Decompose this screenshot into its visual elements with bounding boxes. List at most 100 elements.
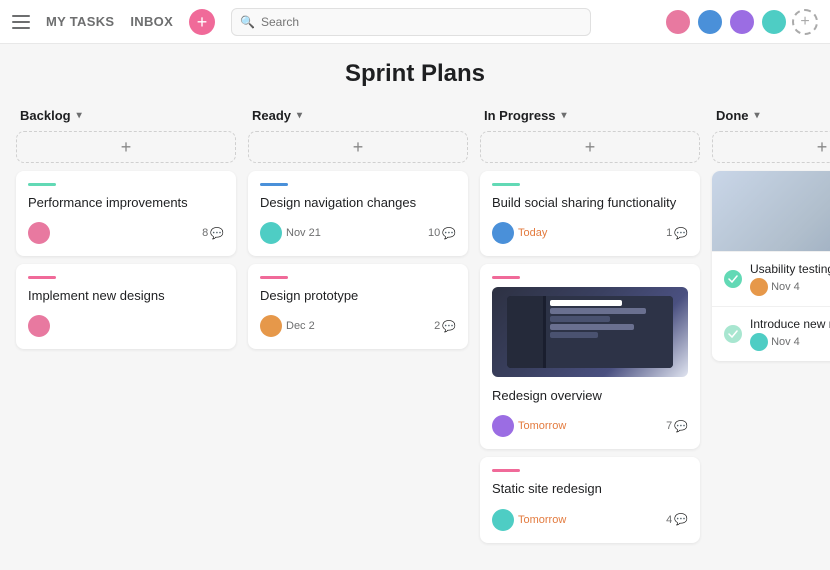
- status-circle-usability: [724, 270, 742, 288]
- comment-icon-social: 💬: [674, 227, 688, 240]
- card-footer-redesign: Tomorrow 7 💬: [492, 415, 688, 437]
- card-accent-perf: [28, 183, 56, 186]
- chevron-down-icon-inprogress: ▾: [562, 110, 567, 121]
- add-card-backlog-button[interactable]: +: [16, 131, 236, 163]
- column-done: Done ▾ + Usability testing Nov 4: [712, 100, 830, 551]
- column-title-ready: Ready: [252, 108, 291, 123]
- comment-icon-redesign: 💬: [674, 420, 688, 433]
- avatar-1: [664, 8, 692, 36]
- card-avatar-designproto: Dec 2: [260, 315, 315, 337]
- card-date-static: Tomorrow: [518, 514, 566, 526]
- column-header-backlog[interactable]: Backlog ▾: [16, 100, 236, 131]
- card-redesign: Redesign overview Tomorrow 7 💬: [480, 264, 700, 449]
- avatar-4: [760, 8, 788, 36]
- comment-count-perf: 8 💬: [202, 227, 224, 240]
- card-date-redesign: Tomorrow: [518, 420, 566, 432]
- card-footer-social: Today 1 💬: [492, 222, 688, 244]
- add-card-done-button[interactable]: +: [712, 131, 830, 163]
- done-card-title-usability: Usability testing: [750, 262, 830, 276]
- card-social: Build social sharing functionality Today…: [480, 171, 700, 256]
- card-designnav: Design navigation changes Nov 21 10 💬: [248, 171, 468, 256]
- add-button[interactable]: +: [189, 9, 215, 35]
- add-card-inprogress-button[interactable]: +: [480, 131, 700, 163]
- done-card-info-usability: Usability testing Nov 4: [750, 262, 830, 296]
- avatar-redesign: [492, 415, 514, 437]
- check-icon-usability: [728, 275, 738, 283]
- done-card-title-intronav: Introduce new navigation: [750, 317, 830, 331]
- search-bar[interactable]: 🔍: [231, 8, 591, 36]
- hamburger-menu-icon[interactable]: [12, 15, 30, 29]
- column-title-backlog: Backlog: [20, 108, 71, 123]
- status-circle-intronav: [724, 325, 742, 343]
- column-header-ready[interactable]: Ready ▾: [248, 100, 468, 131]
- card-avatar-static: Tomorrow: [492, 509, 566, 531]
- column-header-done[interactable]: Done ▾: [712, 100, 830, 131]
- card-date-social: Today: [518, 227, 547, 239]
- card-avatar-perf: [28, 222, 50, 244]
- card-accent-static: [492, 469, 520, 472]
- card-image-inner: [507, 296, 674, 368]
- card-title-designproto: Design prototype: [260, 287, 456, 305]
- card-avatar-designnav: Nov 21: [260, 222, 321, 244]
- comment-count-designproto: 2 💬: [434, 320, 456, 333]
- avatar-perf: [28, 222, 50, 244]
- search-icon: 🔍: [240, 15, 255, 29]
- card-title-redesign: Redesign overview: [492, 387, 688, 405]
- card-date-designproto: Dec 2: [286, 320, 315, 332]
- chevron-down-icon-ready: ▾: [297, 110, 302, 121]
- add-card-ready-button[interactable]: +: [248, 131, 468, 163]
- card-avatar-redesign: Tomorrow: [492, 415, 566, 437]
- img-sidebar: [507, 296, 544, 368]
- page-header: Sprint Plans: [0, 44, 830, 100]
- card-title-static: Static site redesign: [492, 480, 688, 498]
- column-header-inprogress[interactable]: In Progress ▾: [480, 100, 700, 131]
- done-image: [712, 171, 830, 251]
- card-accent-designnav: [260, 183, 288, 186]
- avatar-designproto: [260, 315, 282, 337]
- column-backlog: Backlog ▾ + Performance improvements 8 💬…: [16, 100, 236, 551]
- my-tasks-link[interactable]: MY TASKS: [46, 14, 114, 29]
- chevron-down-icon-done: ▾: [755, 110, 760, 121]
- card-footer-static: Tomorrow 4 💬: [492, 509, 688, 531]
- done-card-date-intronav: Nov 4: [750, 333, 830, 351]
- avatar-intronav: [750, 333, 768, 351]
- avatar-usability: [750, 278, 768, 296]
- done-item-usability: Usability testing Nov 4: [712, 251, 830, 306]
- inbox-link[interactable]: INBOX: [130, 14, 173, 29]
- card-footer-perf: 8 💬: [28, 222, 224, 244]
- card-title-perf: Performance improvements: [28, 194, 224, 212]
- card-footer-designnav: Nov 21 10 💬: [260, 222, 456, 244]
- comment-count-redesign: 7 💬: [666, 420, 688, 433]
- card-accent-designproto: [260, 276, 288, 279]
- comment-count-social: 1 💬: [666, 227, 688, 240]
- card-title-social: Build social sharing functionality: [492, 194, 688, 212]
- card-perf: Performance improvements 8 💬: [16, 171, 236, 256]
- card-static: Static site redesign Tomorrow 4 💬: [480, 457, 700, 542]
- kanban-board: Backlog ▾ + Performance improvements 8 💬…: [0, 100, 830, 567]
- page-title: Sprint Plans: [0, 60, 830, 88]
- done-item-intronav: Introduce new navigation Nov 4: [712, 306, 830, 361]
- img-main: [546, 296, 673, 368]
- card-newdesigns: Implement new designs: [16, 264, 236, 349]
- avatar-3: [728, 8, 756, 36]
- card-footer-newdesigns: [28, 315, 224, 337]
- chevron-down-icon: ▾: [77, 110, 82, 121]
- comment-icon-designnav: 💬: [442, 227, 456, 240]
- column-title-inprogress: In Progress: [484, 108, 556, 123]
- card-image-redesign: [492, 287, 688, 377]
- card-accent-redesign: [492, 276, 520, 279]
- done-card-date-usability: Nov 4: [750, 278, 830, 296]
- avatar-static: [492, 509, 514, 531]
- top-nav: MY TASKS INBOX + 🔍 +: [0, 0, 830, 44]
- comment-icon-static: 💬: [674, 513, 688, 526]
- search-input[interactable]: [261, 15, 582, 29]
- avatar-designnav: [260, 222, 282, 244]
- avatar-newdesigns: [28, 315, 50, 337]
- avatar-group: +: [664, 8, 818, 36]
- card-avatar-social: Today: [492, 222, 547, 244]
- check-icon-intronav: [728, 330, 738, 338]
- comment-count-designnav: 10 💬: [428, 227, 456, 240]
- card-footer-designproto: Dec 2 2 💬: [260, 315, 456, 337]
- add-member-button[interactable]: +: [792, 9, 818, 35]
- column-inprogress: In Progress ▾ + Build social sharing fun…: [480, 100, 700, 551]
